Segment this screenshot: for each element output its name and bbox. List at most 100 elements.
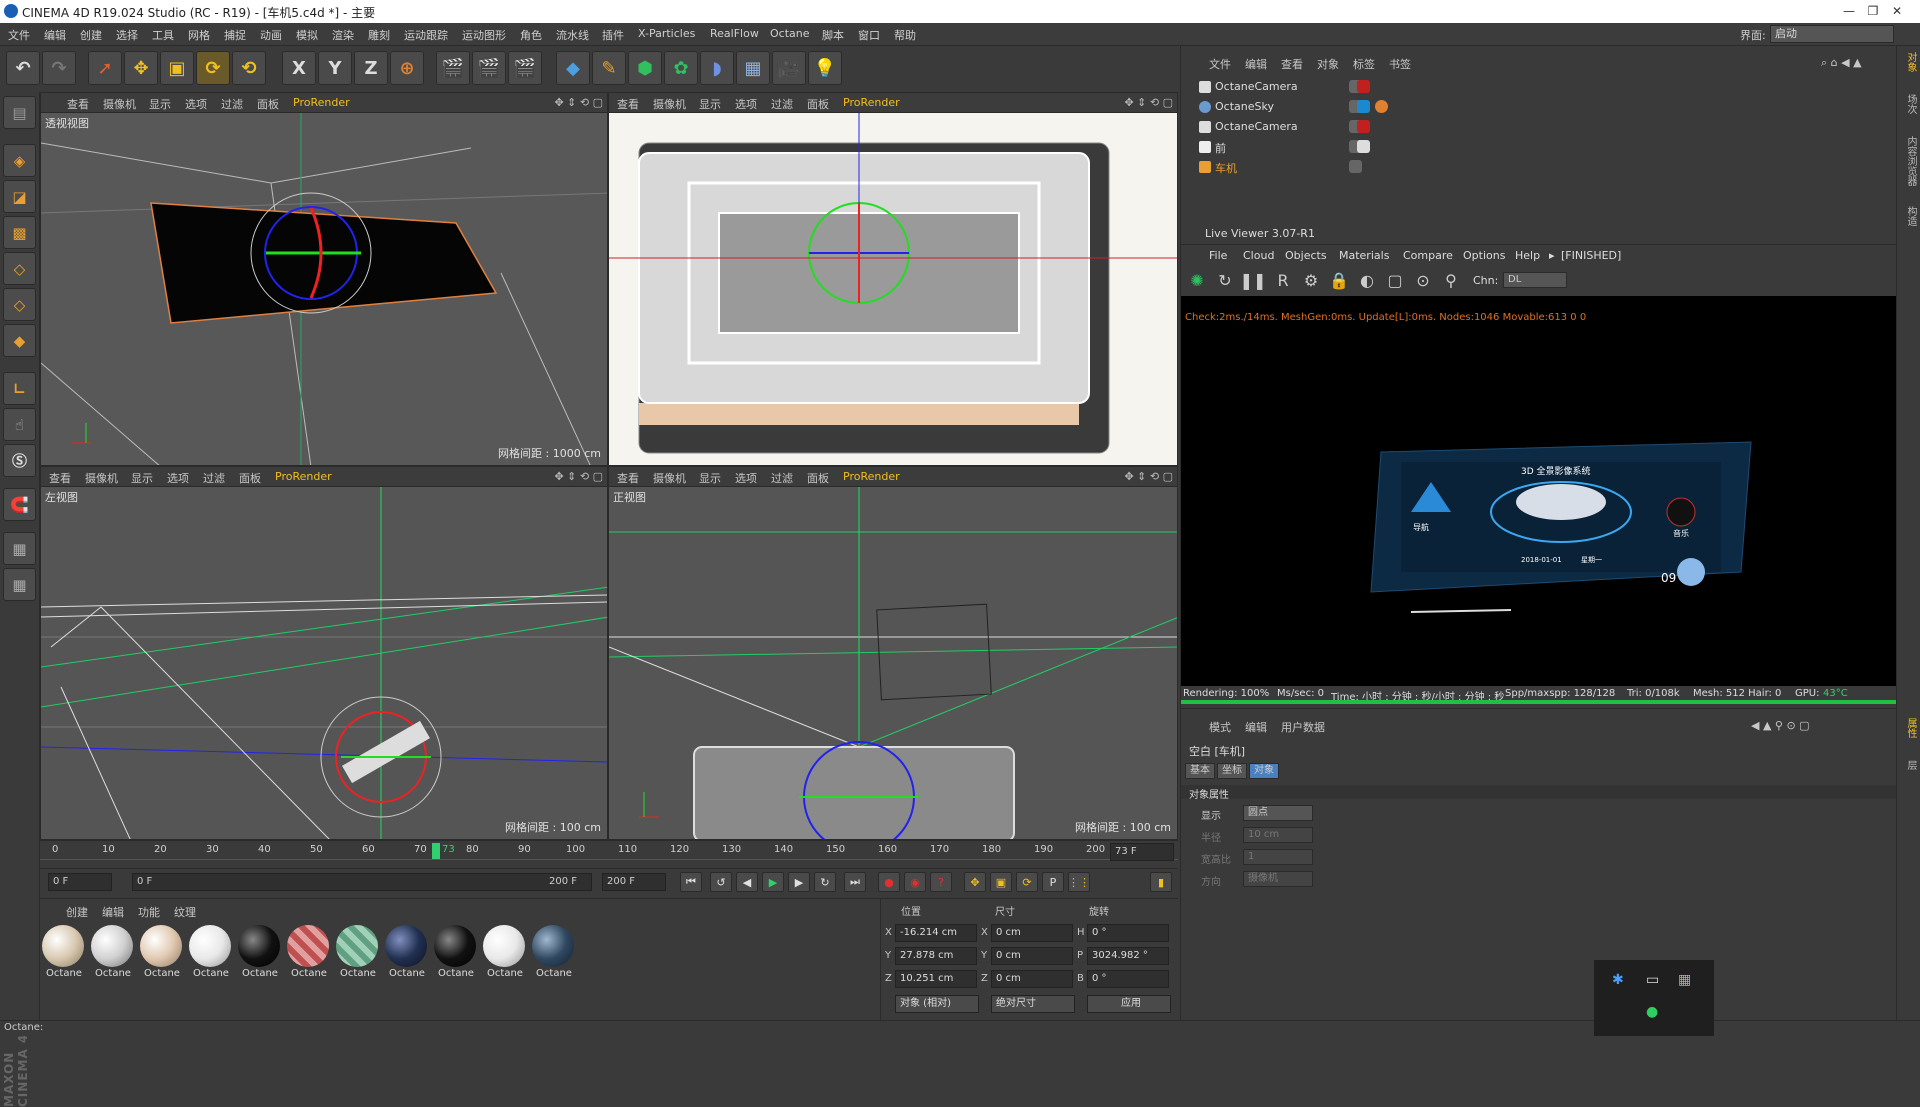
key-rotation-icon[interactable]: ⟳	[1016, 872, 1038, 892]
position-z-field[interactable]: 10.251 cm	[895, 970, 977, 988]
attr-menu-userdata[interactable]: 用户数据	[1281, 719, 1325, 735]
mat-menu-texture[interactable]: 纹理	[174, 904, 196, 920]
size-mode-select[interactable]: 绝对尺寸	[991, 995, 1075, 1013]
rotate-tool-icon[interactable]: ⟳	[196, 51, 230, 85]
object-row[interactable]: 前	[1189, 138, 1869, 156]
obj-menu-edit[interactable]: 编辑	[1245, 56, 1267, 72]
rotation-p-field[interactable]: 3024.982 °	[1087, 947, 1169, 965]
menu-realflow[interactable]: RealFlow	[710, 27, 759, 40]
tab-attributes[interactable]: 属性	[1900, 718, 1918, 738]
y-axis-lock-icon[interactable]: Y	[318, 51, 352, 85]
workplane-mode-icon[interactable]: ▩	[3, 216, 36, 249]
scale-tool-icon[interactable]: ▣	[160, 51, 194, 85]
edges-mode-icon[interactable]: ◇	[3, 288, 36, 321]
lv-menu-compare[interactable]: Compare	[1403, 249, 1453, 262]
camera-icon[interactable]: 🎥	[772, 51, 806, 85]
vp-menu-options[interactable]: 选项	[735, 470, 757, 486]
end-frame-field[interactable]: 200 F	[602, 873, 666, 891]
attr-tab-basic[interactable]: 基本	[1185, 763, 1215, 779]
next-key-icon[interactable]: ↻	[814, 872, 836, 892]
menu-edit[interactable]: 编辑	[44, 27, 66, 43]
prev-frame-icon[interactable]: ◀	[736, 872, 758, 892]
obj-menu-tags[interactable]: 标签	[1353, 56, 1375, 72]
lv-menu-materials[interactable]: Materials	[1339, 249, 1389, 262]
bluetooth-icon[interactable]: ✱	[1612, 972, 1624, 988]
menu-tools[interactable]: 工具	[152, 27, 174, 43]
menu-file[interactable]: 文件	[8, 27, 30, 43]
octane-camera-tag-icon[interactable]	[1357, 120, 1370, 133]
frame-range-slider[interactable]: 0 F 200 F	[132, 873, 592, 891]
position-y-field[interactable]: 27.878 cm	[895, 947, 977, 965]
mat-menu-create[interactable]: 创建	[66, 904, 88, 920]
attr-aspect-field[interactable]: 1	[1243, 849, 1313, 865]
viewport-perspective[interactable]: 查看 摄像机 显示 选项 过滤 面板 ProRender ✥ ⇕ ⟲ ▢ 透视视…	[40, 92, 608, 466]
select-tool-icon[interactable]: ➚	[88, 51, 122, 85]
viewport-nav-icons[interactable]: ✥ ⇕ ⟲ ▢	[554, 96, 603, 109]
material-swatch[interactable]: Octane	[189, 925, 233, 985]
coordinate-system-icon[interactable]: ⊕	[390, 51, 424, 85]
cloner-icon[interactable]: ✿	[664, 51, 698, 85]
play-icon[interactable]: ▶	[762, 872, 784, 892]
texture-mode-icon[interactable]: ◪	[3, 180, 36, 213]
vp-menu-cameras[interactable]: 摄像机	[85, 470, 118, 486]
vp-menu-cameras[interactable]: 摄像机	[653, 96, 686, 112]
undo-icon[interactable]: ↶	[6, 51, 40, 85]
z-axis-lock-icon[interactable]: Z	[354, 51, 388, 85]
goto-start-icon[interactable]: ⏮	[680, 872, 702, 892]
attr-menu-mode[interactable]: 模式	[1209, 719, 1231, 735]
vp-menu-panel[interactable]: 面板	[239, 470, 261, 486]
menu-render[interactable]: 渲染	[332, 27, 354, 43]
attr-tab-coord[interactable]: 坐标	[1217, 763, 1247, 779]
viewport-top[interactable]: 查看 摄像机 显示 选项 过滤 面板 ProRender ✥ ⇕ ⟲ ▢	[608, 92, 1178, 466]
key-pla-icon[interactable]: ⋮⋮	[1068, 872, 1090, 892]
menu-help[interactable]: 帮助	[894, 27, 916, 43]
obj-menu-bookmarks[interactable]: 书签	[1389, 56, 1411, 72]
axis-mode-icon[interactable]: ∟	[3, 372, 36, 405]
obj-menu-view[interactable]: 查看	[1281, 56, 1303, 72]
goto-end-icon[interactable]: ⏭	[844, 872, 866, 892]
material-swatch[interactable]: Octane	[385, 925, 429, 985]
playhead[interactable]	[432, 843, 440, 859]
lv-menu-cloud[interactable]: Cloud	[1243, 249, 1274, 262]
vp-menu-display[interactable]: 显示	[131, 470, 153, 486]
vp-menu-options[interactable]: 选项	[167, 470, 189, 486]
material-swatch[interactable]: Octane	[91, 925, 135, 985]
material-swatch[interactable]: Octane	[483, 925, 527, 985]
menu-mograph[interactable]: 运动图形	[462, 27, 506, 43]
floor-icon[interactable]: ▦	[736, 51, 770, 85]
vp-menu-panel[interactable]: 面板	[257, 96, 279, 112]
pause-render-icon[interactable]: ❚❚	[1240, 268, 1267, 292]
material-swatch[interactable]: Octane	[336, 925, 380, 985]
rotation-h-field[interactable]: 0 °	[1087, 924, 1169, 942]
menu-simulate[interactable]: 模拟	[296, 27, 318, 43]
vp-menu-filter[interactable]: 过滤	[771, 96, 793, 112]
object-row[interactable]: OctaneCamera	[1189, 78, 1869, 96]
obj-search-icon[interactable]: ⌕ ⌂ ◀ ▲	[1821, 56, 1862, 70]
vp-menu-view[interactable]: 查看	[617, 470, 639, 486]
start-frame-field[interactable]: 0 F	[48, 873, 112, 891]
menu-pipeline[interactable]: 流水线	[556, 27, 589, 43]
restart-render-icon[interactable]: ↻	[1213, 268, 1237, 292]
attr-tab-object[interactable]: 对象	[1249, 763, 1279, 779]
position-x-field[interactable]: -16.214 cm	[895, 924, 977, 942]
attr-radius-field[interactable]: 10 cm	[1243, 827, 1313, 843]
coord-mode-select[interactable]: 对象 (相对)	[895, 995, 979, 1013]
viewport-left[interactable]: 查看 摄像机 显示 选项 过滤 面板 ProRender ✥ ⇕ ⟲ ▢ 左视图…	[40, 466, 608, 840]
object-row[interactable]: 车机	[1189, 158, 1869, 176]
material-swatch[interactable]: Octane	[532, 925, 576, 985]
material-swatch[interactable]: Octane	[238, 925, 282, 985]
vp-menu-view[interactable]: 查看	[617, 96, 639, 112]
region-render-icon[interactable]: R	[1271, 268, 1295, 292]
next-frame-icon[interactable]: ▶	[788, 872, 810, 892]
tab-takes[interactable]: 场次	[1900, 94, 1918, 114]
recent-tool-icon[interactable]: ⟲	[232, 51, 266, 85]
solo-mode-icon[interactable]: Ⓢ	[3, 444, 36, 477]
vp-menu-panel[interactable]: 面板	[807, 470, 829, 486]
make-editable-icon[interactable]: ▤	[3, 96, 36, 129]
vp-menu-filter[interactable]: 过滤	[221, 96, 243, 112]
menu-snap[interactable]: 捕捉	[224, 27, 246, 43]
polygons-mode-icon[interactable]: ◆	[3, 324, 36, 357]
prev-key-icon[interactable]: ↺	[710, 872, 732, 892]
tab-layers[interactable]: 层	[1900, 760, 1918, 770]
tab-objects[interactable]: 对象	[1900, 52, 1918, 72]
